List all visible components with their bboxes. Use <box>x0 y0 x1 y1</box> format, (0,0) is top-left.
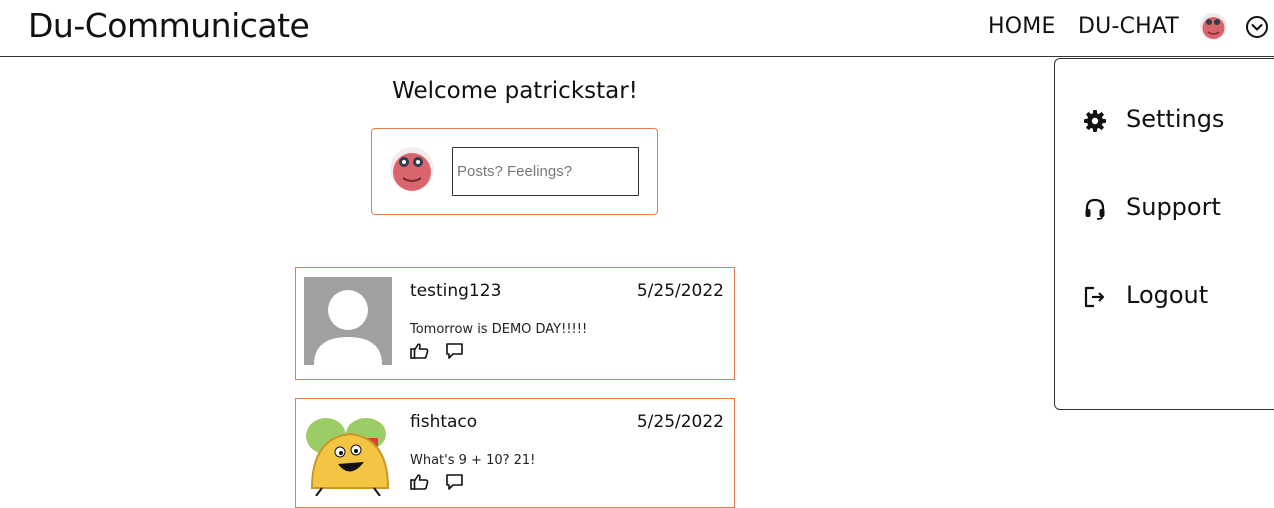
comment-icon[interactable] <box>445 473 465 491</box>
logout-icon <box>1083 285 1107 309</box>
post-username[interactable]: fishtaco <box>410 412 477 432</box>
thumbs-up-icon[interactable] <box>410 342 430 360</box>
chevron-down-circle-icon[interactable] <box>1245 15 1269 39</box>
menu-item-support[interactable]: Support <box>1083 189 1274 229</box>
default-gray-avatar <box>304 277 392 365</box>
thumbs-up-icon[interactable] <box>410 473 430 491</box>
taco-character-avatar <box>304 408 392 496</box>
gear-icon <box>1083 109 1107 133</box>
post-card: fishtaco 5/25/2022 What's 9 + 10? 21! <box>295 398 735 508</box>
menu-item-logout[interactable]: Logout <box>1083 277 1274 317</box>
post-date: 5/25/2022 <box>636 281 724 301</box>
menu-item-label: Support <box>1126 193 1221 221</box>
menu-item-label: Logout <box>1126 281 1209 309</box>
nav-home-link[interactable]: HOME <box>988 14 1056 39</box>
post-card: testing123 5/25/2022 Tomorrow is DEMO DA… <box>295 267 735 380</box>
user-dropdown-menu: Settings Support Logout <box>1054 58 1274 410</box>
post-username[interactable]: testing123 <box>410 281 501 301</box>
welcome-heading: Welcome patrickstar! <box>392 78 638 104</box>
post-date: 5/25/2022 <box>636 412 724 432</box>
menu-item-label: Settings <box>1126 105 1225 133</box>
headset-icon <box>1083 197 1107 221</box>
nav-du-chat-link[interactable]: DU-CHAT <box>1078 14 1179 39</box>
nav-user-avatar[interactable] <box>1200 13 1227 40</box>
post-text: What's 9 + 10? 21! <box>410 453 536 468</box>
navbar: Du-Communicate HOME DU-CHAT <box>0 0 1274 57</box>
composer-avatar <box>390 147 434 191</box>
post-input[interactable] <box>452 147 639 196</box>
brand-logo[interactable]: Du-Communicate <box>28 6 310 45</box>
post-composer <box>371 128 658 215</box>
menu-item-settings[interactable]: Settings <box>1083 101 1274 141</box>
post-text: Tomorrow is DEMO DAY!!!!! <box>410 322 588 337</box>
comment-icon[interactable] <box>445 342 465 360</box>
